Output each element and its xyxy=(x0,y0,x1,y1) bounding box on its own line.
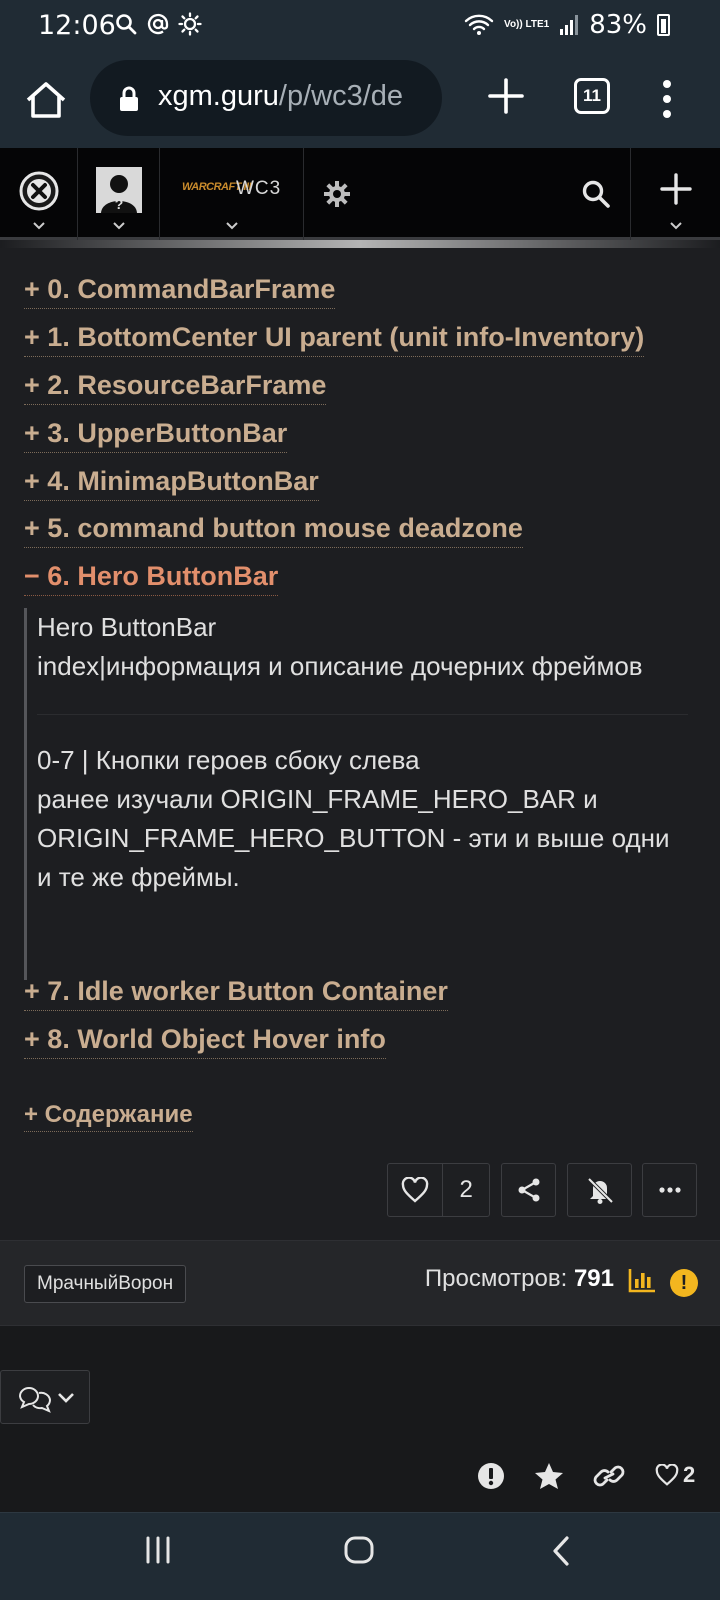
gear-icon[interactable] xyxy=(323,180,351,208)
spoiler-toggle[interactable]: + 7. Idle worker Button Container xyxy=(24,976,448,1011)
ellipsis-icon xyxy=(658,1187,681,1193)
bottom-like-count: 2 xyxy=(683,1462,696,1487)
more-actions-button[interactable] xyxy=(642,1163,697,1217)
spoiler-toggle[interactable]: + 8. World Object Hover info xyxy=(24,1024,386,1059)
spoiler-text: 0-7 | Кнопки героев сбоку слева ранее из… xyxy=(37,745,670,892)
lock-icon xyxy=(120,86,138,111)
home-button-icon[interactable] xyxy=(343,1535,375,1565)
spoiler-toggle[interactable]: + 5. command button mouse deadzone xyxy=(24,513,523,548)
battery-percent: 83% xyxy=(589,10,647,40)
like-group: 2 xyxy=(387,1163,490,1217)
star-icon[interactable] xyxy=(534,1462,564,1490)
site-logo-icon xyxy=(19,171,59,211)
signal-icon xyxy=(560,15,579,35)
comments-icon xyxy=(18,1387,52,1413)
share-button[interactable] xyxy=(501,1163,556,1217)
status-time: 12:06 xyxy=(38,10,116,41)
spoiler-toggle[interactable]: + 0. CommandBarFrame xyxy=(24,274,336,309)
system-nav-bar xyxy=(0,1512,720,1600)
user-menu[interactable]: ? xyxy=(78,148,160,240)
status-bar: 12:06 Vo)) LTE1 83% xyxy=(0,0,720,52)
chevron-down-icon xyxy=(58,1393,74,1403)
author-link[interactable]: МрачныйВорон xyxy=(24,1265,187,1303)
recents-icon[interactable] xyxy=(143,1535,173,1565)
mute-notifications-button[interactable] xyxy=(567,1163,632,1217)
chevron-down-icon xyxy=(33,222,45,230)
header-divider xyxy=(0,240,720,248)
url-path: /p/wc3/de xyxy=(278,80,404,112)
spoiler-toggle[interactable]: + 3. UpperButtonBar xyxy=(24,418,288,453)
address-bar[interactable]: xgm.guru/p/wc3/de xyxy=(90,60,442,136)
wifi-icon xyxy=(464,14,494,35)
report-icon[interactable] xyxy=(477,1462,505,1490)
comments-area: 2 xyxy=(0,1326,720,1512)
heart-icon xyxy=(401,1177,429,1203)
article-content: + 0. CommandBarFrame + 1. BottomCenter U… xyxy=(0,248,720,1240)
toc-toggle[interactable]: + Содержание xyxy=(24,1101,193,1132)
spoiler-toggle-open[interactable]: − 6. Hero ButtonBar xyxy=(24,561,279,596)
back-icon[interactable] xyxy=(550,1535,572,1567)
more-menu-icon[interactable] xyxy=(652,76,682,122)
chevron-down-icon xyxy=(226,222,238,230)
share-icon xyxy=(518,1178,539,1202)
avatar: ? xyxy=(96,167,142,213)
comments-toggle-button[interactable] xyxy=(0,1370,90,1424)
bell-off-icon xyxy=(587,1177,613,1204)
spoiler-text: Hero ButtonBar index|информация и описан… xyxy=(37,612,643,681)
create-menu[interactable] xyxy=(630,148,720,240)
tab-switcher-button[interactable]: 11 xyxy=(574,78,610,114)
spoiler-body: Hero ButtonBar index|информация и описан… xyxy=(24,608,688,980)
divider xyxy=(37,714,688,715)
spoiler-toggle[interactable]: + 1. BottomCenter UI parent (unit info-I… xyxy=(24,322,645,357)
spoiler-toggle[interactable]: + 4. MinimapButtonBar xyxy=(24,466,319,501)
url-domain: xgm.guru xyxy=(158,80,279,112)
post-info-bar: МрачныйВорон Просмотров: 791 ! xyxy=(0,1240,720,1326)
new-tab-icon[interactable] xyxy=(482,72,530,120)
game-label: WC3 xyxy=(236,178,282,199)
at-icon xyxy=(147,13,169,35)
game-section-menu[interactable]: WARCRAFT III WC3 xyxy=(160,148,304,240)
lte-indicator: Vo)) LTE1 xyxy=(504,19,550,30)
like-button[interactable] xyxy=(388,1164,444,1216)
chevron-down-icon xyxy=(670,222,682,230)
plus-icon xyxy=(660,173,692,205)
like-count[interactable]: 2 xyxy=(443,1176,489,1204)
browser-toolbar: xgm.guru/p/wc3/de 11 xyxy=(0,52,720,148)
chart-icon[interactable] xyxy=(628,1267,656,1293)
site-header: ? WARCRAFT III WC3 xyxy=(0,148,720,240)
svg-text:?: ? xyxy=(115,196,124,212)
brightness-icon xyxy=(178,12,202,36)
battery-icon xyxy=(657,14,670,36)
chevron-down-icon xyxy=(113,222,125,230)
home-icon[interactable] xyxy=(22,76,70,124)
status-right: Vo)) LTE1 83% xyxy=(464,10,670,40)
spoiler-toggle[interactable]: + 2. ResourceBarFrame xyxy=(24,370,327,405)
status-notification-icons xyxy=(114,12,202,36)
search-icon xyxy=(116,14,137,35)
report-warning-icon[interactable]: ! xyxy=(670,1269,698,1297)
url-text: xgm.guru/p/wc3/de xyxy=(158,80,403,113)
bottom-like-button[interactable]: 2 xyxy=(655,1462,695,1488)
search-icon[interactable] xyxy=(580,178,612,210)
heart-icon xyxy=(655,1464,679,1486)
link-icon[interactable] xyxy=(593,1462,625,1490)
views-counter: Просмотров: 791 xyxy=(424,1265,614,1292)
site-logo-menu[interactable] xyxy=(0,148,78,240)
